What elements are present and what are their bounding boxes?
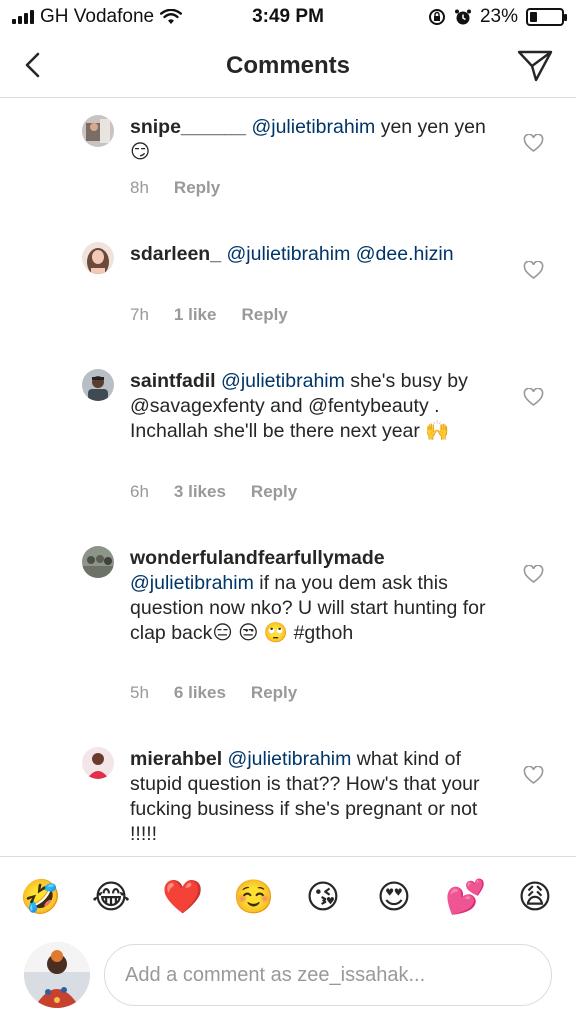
- comment-time: 7h: [130, 305, 149, 324]
- emoji-red-heart[interactable]: ❤️: [162, 877, 203, 917]
- comment-composer: [0, 940, 576, 1024]
- comment-input[interactable]: [104, 944, 552, 1006]
- alarm-icon: [454, 9, 471, 25]
- page-title: Comments: [225, 52, 351, 79]
- reply-button[interactable]: Reply: [251, 683, 297, 703]
- comment-text: saintfadil @julietibrahim she's busy by …: [130, 369, 490, 444]
- heart-icon[interactable]: [523, 565, 544, 584]
- comment-text: sdarleen_ @julietibrahim @dee.hizin: [130, 242, 490, 267]
- paper-plane-icon[interactable]: [516, 46, 554, 84]
- comment-mention[interactable]: @julietibrahim: [251, 116, 375, 138]
- comment-time: 8h: [130, 178, 149, 197]
- comment-username[interactable]: wonderfulandfearfullymade: [130, 547, 385, 569]
- rotation-lock-icon: [428, 9, 445, 25]
- comment-mention[interactable]: @julietibrahim: [221, 370, 345, 392]
- battery-fill: [530, 12, 537, 22]
- comment-text: snipe______ @julietibrahim yen yen yen 😏: [130, 115, 490, 165]
- avatar[interactable]: [82, 369, 114, 401]
- comment-username[interactable]: snipe______: [130, 116, 246, 138]
- comment-mention[interactable]: @julietibrahim: [228, 748, 352, 770]
- emoji-bar: 🤣 😂 ❤️ ☺️ 😘 😍 💕 😩: [0, 856, 576, 940]
- comment-text: wonderfulandfearfullymade @julietibrahim…: [130, 546, 490, 646]
- status-right: 23%: [428, 6, 567, 28]
- reply-button[interactable]: Reply: [251, 482, 297, 502]
- avatar[interactable]: [82, 546, 114, 578]
- comment-text: mierahbel @julietibrahim what kind of st…: [130, 747, 490, 847]
- battery-percent: 23%: [479, 6, 518, 27]
- emoji-rofl[interactable]: 🤣: [20, 877, 61, 917]
- emoji-joy[interactable]: 😂: [91, 877, 131, 917]
- likes-count[interactable]: 3 likes: [174, 482, 226, 502]
- comment-time: 5h: [130, 683, 149, 702]
- emoji-heart-eyes[interactable]: 😍: [374, 877, 414, 917]
- comment-content[interactable]: @dee.hizin: [350, 243, 454, 265]
- status-bar: GH Vodafone 3:49 PM 23%: [0, 0, 576, 34]
- heart-icon[interactable]: [523, 388, 544, 407]
- emoji-weary[interactable]: 😩: [515, 877, 555, 917]
- reply-button[interactable]: Reply: [241, 305, 287, 325]
- comment-meta: 6h 3 likes Reply: [130, 482, 297, 502]
- comment-username[interactable]: sdarleen_: [130, 243, 221, 265]
- comment-meta: 8h Reply: [130, 178, 220, 198]
- heart-icon[interactable]: [523, 766, 544, 785]
- header: Comments: [0, 34, 576, 98]
- heart-icon[interactable]: [523, 134, 544, 153]
- comment-username[interactable]: saintfadil: [130, 370, 216, 392]
- comment-mention[interactable]: @julietibrahim: [226, 243, 350, 265]
- avatar[interactable]: [82, 115, 114, 147]
- avatar: [24, 942, 90, 1008]
- emoji-two-hearts[interactable]: 💕: [445, 877, 486, 917]
- comment-mention[interactable]: @julietibrahim: [130, 572, 254, 594]
- comment-meta: 5h 6 likes Reply: [130, 683, 297, 703]
- likes-count[interactable]: 1 like: [174, 305, 217, 325]
- reply-button[interactable]: Reply: [174, 178, 220, 198]
- avatar[interactable]: [82, 747, 114, 779]
- emoji-blush[interactable]: ☺️: [233, 877, 274, 917]
- likes-count[interactable]: 6 likes: [174, 683, 226, 703]
- comment-time: 6h: [130, 482, 149, 501]
- comment-username[interactable]: mierahbel: [130, 748, 222, 770]
- battery-icon: [526, 8, 567, 26]
- comment-meta: 7h 1 like Reply: [130, 305, 288, 325]
- avatar[interactable]: [82, 242, 114, 274]
- heart-icon[interactable]: [523, 261, 544, 280]
- emoji-kiss[interactable]: 😘: [303, 877, 343, 917]
